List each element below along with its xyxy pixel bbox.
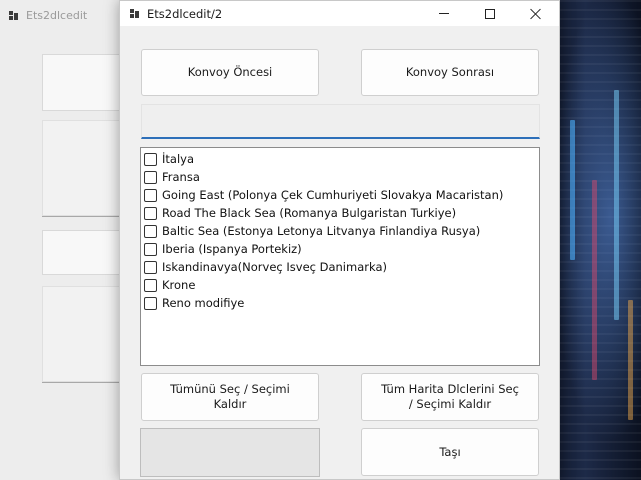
dlc-list-item[interactable]: İtalya <box>141 150 539 168</box>
dlc-dialog: Ets2dlcedit/2 Konvoy Öncesi Konvoy Sonra… <box>119 0 560 480</box>
dlc-item-label: Fransa <box>162 170 200 184</box>
dlc-list-item[interactable]: Iskandinavya(Norveç Isveç Danimarka) <box>141 258 539 276</box>
dlc-item-label: Iskandinavya(Norveç Isveç Danimarka) <box>162 260 387 274</box>
background-window[interactable]: Ets2dlcedit <box>0 0 142 480</box>
minimize-button[interactable] <box>421 1 467 26</box>
dialog-titlebar[interactable]: Ets2dlcedit/2 <box>120 1 559 26</box>
dialog-title: Ets2dlcedit/2 <box>147 6 223 21</box>
dlc-checkbox[interactable] <box>144 278 157 292</box>
dlc-item-label: Reno modifiye <box>162 296 245 310</box>
dlc-item-label: Road The Black Sea (Romanya Bulgaristan … <box>162 206 457 220</box>
close-button[interactable] <box>513 1 559 26</box>
dlc-checkbox[interactable] <box>144 152 157 166</box>
background-window-titlebar[interactable]: Ets2dlcedit <box>0 0 135 30</box>
dlc-checkbox[interactable] <box>144 260 157 274</box>
dlc-item-label: Going East (Polonya Çek Cumhuriyeti Slov… <box>162 188 504 202</box>
wallpaper-light <box>614 90 619 320</box>
path-textbox[interactable] <box>141 104 540 139</box>
close-icon <box>530 8 542 20</box>
dlc-list-item[interactable]: Fransa <box>141 168 539 186</box>
dlc-list-item[interactable]: Baltic Sea (Estonya Letonya Litvanya Fin… <box>141 222 539 240</box>
wallpaper-light <box>570 120 575 260</box>
select-all-toggle-button[interactable]: Tümünü Seç / Seçimi Kaldır <box>141 373 319 421</box>
dlc-item-label: Baltic Sea (Estonya Letonya Litvanya Fin… <box>162 224 481 238</box>
dlc-item-label: Krone <box>162 278 196 292</box>
dlc-checkbox[interactable] <box>144 170 157 184</box>
select-all-maps-button[interactable]: Tüm Harita Dlclerini Seç / Seçimi Kaldır <box>361 373 539 421</box>
dlc-list-item[interactable]: Reno modifiye <box>141 294 539 312</box>
dlc-item-label: İtalya <box>162 152 194 166</box>
dlc-list-item[interactable]: Krone <box>141 276 539 294</box>
dlc-checkbox[interactable] <box>144 296 157 310</box>
maximize-icon <box>485 8 495 19</box>
minimize-icon <box>439 13 449 14</box>
wallpaper-light <box>628 300 633 420</box>
maximize-button[interactable] <box>467 1 513 26</box>
dlc-checkbox[interactable] <box>144 188 157 202</box>
dlc-list-item[interactable]: Going East (Polonya Çek Cumhuriyeti Slov… <box>141 186 539 204</box>
app-icon <box>9 10 18 20</box>
dlc-checkbox[interactable] <box>144 224 157 238</box>
after-convoy-button[interactable]: Konvoy Sonrası <box>361 49 539 96</box>
status-field <box>140 428 320 477</box>
move-button[interactable]: Taşı <box>361 428 539 476</box>
dlc-checkbox[interactable] <box>144 206 157 220</box>
app-icon <box>130 9 139 18</box>
dlc-checkbox[interactable] <box>144 242 157 256</box>
dlc-list-item[interactable]: Road The Black Sea (Romanya Bulgaristan … <box>141 204 539 222</box>
wallpaper-light <box>592 180 597 380</box>
dlc-list-item[interactable]: Iberia (Ispanya Portekiz) <box>141 240 539 258</box>
background-window-title: Ets2dlcedit <box>26 8 88 22</box>
dlc-checklist[interactable]: İtalya Fransa Going East (Polonya Çek Cumh… <box>140 147 540 366</box>
dlc-item-label: Iberia (Ispanya Portekiz) <box>162 242 302 256</box>
before-convoy-button[interactable]: Konvoy Öncesi <box>141 49 319 96</box>
